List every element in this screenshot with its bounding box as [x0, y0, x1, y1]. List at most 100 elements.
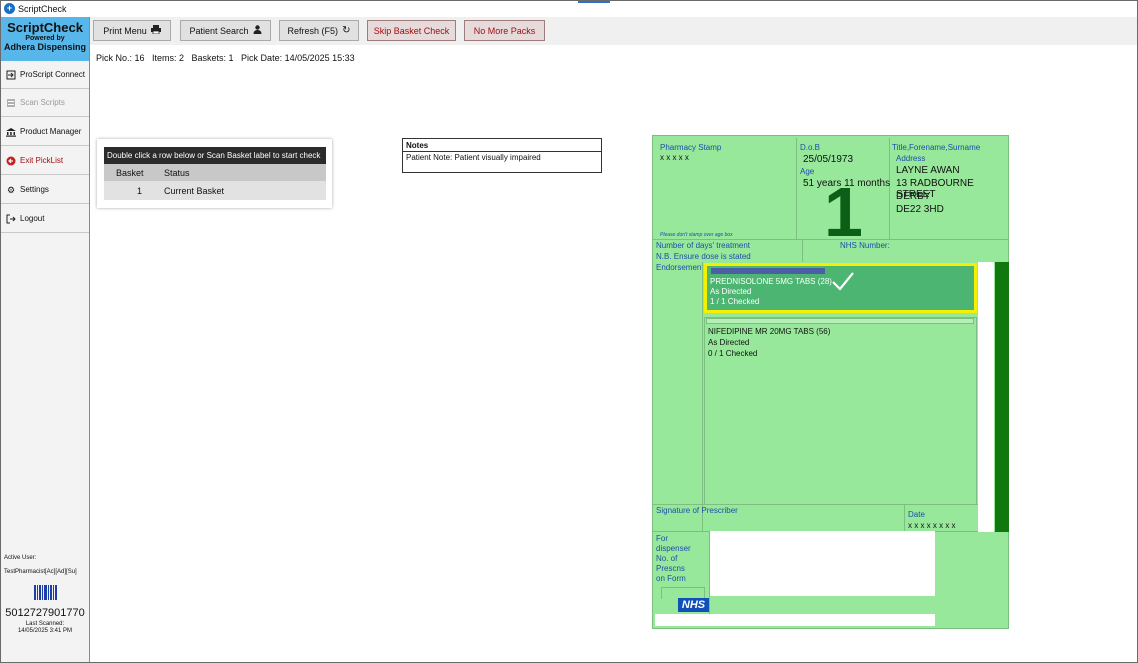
- item-directions: As Directed: [710, 287, 752, 296]
- logout-icon: [6, 214, 16, 224]
- barcode-area: [655, 614, 935, 626]
- basket-panel: Double click a row below or Scan Basket …: [97, 139, 332, 208]
- age-label: Age: [800, 167, 815, 176]
- no-more-packs-label: No More Packs: [473, 25, 536, 36]
- table-row[interactable]: 1 Current Basket: [104, 181, 326, 200]
- gear-icon: ⚙: [6, 184, 16, 195]
- scrollbar-track[interactable]: [978, 262, 994, 532]
- refresh-button[interactable]: Refresh (F5) ↻: [279, 20, 359, 41]
- scrollbar-thumb[interactable]: [995, 262, 1009, 532]
- refresh-icon: ↻: [342, 25, 351, 36]
- dispenser-line: dispenser: [656, 544, 691, 553]
- login-icon: [6, 70, 16, 80]
- pharmacy-stamp-value: x x x x x: [660, 153, 689, 162]
- dispenser-line: on Form: [656, 574, 686, 583]
- address-line2: DERBY: [896, 191, 931, 202]
- item-name: NIFEDIPINE MR 20MG TABS (56): [708, 327, 831, 336]
- name-label: Title,Forename,Surname: [892, 143, 981, 152]
- sidebar-item-exit-picklist[interactable]: Exit PickList: [1, 147, 89, 175]
- printer-icon: [150, 25, 161, 36]
- sidebar-item-proscript-connect[interactable]: ProScript Connect: [1, 61, 89, 89]
- sidebar-item-label: Scan Scripts: [20, 98, 65, 107]
- refresh-label: Refresh (F5): [287, 25, 339, 36]
- checkmark-icon: [831, 271, 855, 293]
- prescription-item-pending[interactable]: NIFEDIPINE MR 20MG TABS (56) As Directed…: [704, 317, 977, 505]
- ensure-dose-label: N.B. Ensure dose is stated: [656, 252, 751, 261]
- brand-company: Adhera Dispensing: [3, 42, 86, 52]
- date-label: Date: [908, 510, 925, 519]
- scanner-icon: [6, 98, 16, 108]
- divider: [661, 587, 662, 599]
- toolbar: Print Menu Patient Search Refresh (F5) ↻…: [90, 17, 1137, 45]
- pharmacy-stamp-label: Pharmacy Stamp: [660, 143, 722, 152]
- title-bar: + ScriptCheck: [1, 1, 1137, 17]
- person-icon: [253, 25, 262, 36]
- divider: [904, 504, 905, 531]
- item-checked-count: 0 / 1 Checked: [708, 349, 758, 358]
- divider: [889, 138, 890, 240]
- dispenser-line: For: [656, 534, 668, 543]
- patient-search-button[interactable]: Patient Search: [180, 20, 271, 41]
- last-scanned: Last Scanned: 14/05/2025 3:41 PM: [17, 621, 73, 634]
- days-treatment-label: Number of days' treatment: [656, 241, 751, 250]
- address-label: Address: [896, 154, 926, 163]
- date-value: x x x x x x x x: [908, 521, 956, 530]
- prescription-form: Pharmacy Stamp x x x x x Please don't st…: [652, 135, 1009, 629]
- item-progress-bar: [706, 318, 974, 324]
- pick-info: Pick No.: 16 Items: 2 Baskets: 1 Pick Da…: [96, 53, 355, 63]
- app-logo-icon: +: [4, 3, 15, 14]
- item-checked-count: 1 / 1 Checked: [710, 297, 760, 306]
- no-more-packs-button[interactable]: No More Packs: [464, 20, 545, 41]
- sidebar-item-settings[interactable]: ⚙ Settings: [1, 176, 89, 204]
- item-count: 1: [824, 173, 863, 251]
- active-user-label: Active User:: [4, 555, 37, 561]
- notes-title: Notes: [403, 139, 601, 152]
- basket-table-header: Basket Status: [104, 164, 326, 181]
- skip-basket-check-button[interactable]: Skip Basket Check: [367, 20, 456, 41]
- brand-logo: ScriptCheck Powered by Adhera Dispensing: [1, 17, 89, 61]
- title-accent: [578, 1, 610, 3]
- sidebar: ScriptCheck Powered by Adhera Dispensing…: [1, 17, 90, 662]
- divider: [796, 138, 797, 240]
- item-progress-bar: [711, 268, 825, 274]
- patient-search-label: Patient Search: [189, 25, 249, 36]
- item-name: PREDNISOLONE 5MG TABS (28): [710, 277, 832, 286]
- dispenser-line: Prescns: [656, 564, 685, 573]
- column-basket: Basket: [116, 168, 144, 178]
- sidebar-item-scan-scripts[interactable]: Scan Scripts: [1, 89, 89, 117]
- divider: [661, 587, 705, 588]
- print-menu-label: Print Menu: [103, 25, 147, 36]
- signature-label: Signature of Prescriber: [656, 506, 738, 515]
- sidebar-item-label: ProScript Connect: [20, 70, 85, 79]
- sidebar-item-product-manager[interactable]: Product Manager: [1, 118, 89, 146]
- sidebar-item-label: Logout: [20, 214, 45, 223]
- bank-icon: [6, 127, 16, 137]
- window-title: ScriptCheck: [18, 4, 67, 14]
- sidebar-item-label: Exit PickList: [20, 156, 64, 165]
- brand-powered: Powered by: [25, 35, 65, 42]
- divider: [802, 240, 803, 262]
- scanned-code: 5012727901770: [5, 607, 85, 619]
- sidebar-item-label: Product Manager: [20, 127, 82, 136]
- barcode-icon: [34, 585, 58, 600]
- endorsements-label: Endorsements: [656, 263, 702, 272]
- prescription-item-checked[interactable]: PREDNISOLONE 5MG TABS (28) As Directed 1…: [704, 263, 977, 313]
- postcode: DE22 3HD: [896, 204, 944, 215]
- brand-name: ScriptCheck: [7, 20, 83, 35]
- exit-circle-icon: [6, 156, 16, 166]
- dispenser-box: [709, 531, 935, 596]
- basket-panel-header: Double click a row below or Scan Basket …: [104, 147, 326, 164]
- nhs-logo: NHS: [678, 598, 709, 612]
- sidebar-item-logout[interactable]: Logout: [1, 205, 89, 233]
- item-directions: As Directed: [708, 338, 750, 347]
- dob-label: D.o.B: [800, 143, 821, 152]
- dispenser-line: No. of: [656, 554, 678, 563]
- basket-status: Current Basket: [164, 186, 225, 196]
- divider: [709, 531, 710, 614]
- patient-name: LAYNE AWAN: [896, 165, 960, 176]
- column-status: Status: [164, 168, 190, 178]
- active-user-name: TestPharmacist[Ac][Ad][Su]: [4, 569, 77, 575]
- basket-number: 1: [137, 186, 143, 196]
- print-menu-button[interactable]: Print Menu: [93, 20, 171, 41]
- skip-basket-check-label: Skip Basket Check: [373, 25, 450, 36]
